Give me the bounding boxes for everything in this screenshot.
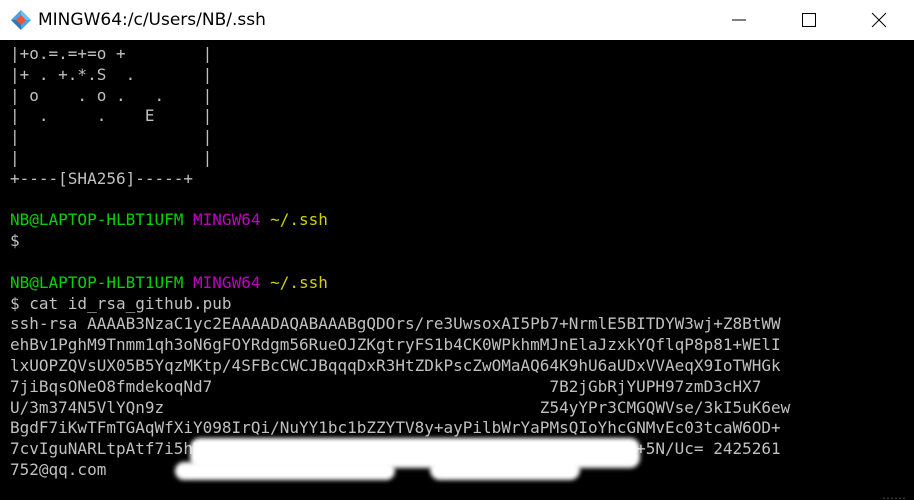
art-line: | . . E | [10,106,213,126]
redaction-blot [175,462,395,480]
output-line: BgdF7iKwTFmTGAqWfXiY098IrQi/NuYY1bc1bZZY… [10,418,781,438]
output-line: 7jiBqsONeO8fmdekoqNd7 7B2jGbRjYUPH97zmD3… [10,376,762,396]
art-line: | o . o . . | [10,85,213,105]
command-line: $ [10,231,20,251]
prompt-line: NB@LAPTOP-HLBT1UFM MINGW64 ~/.ssh [10,273,914,294]
output-line: ssh-rsa AAAAB3NzaC1yc2EAAAADAQABAAABgQDO… [10,314,781,334]
git-bash-icon [11,10,31,30]
prompt-env: MINGW64 [193,210,261,230]
terminal-area[interactable]: |+o.=.=+=o + | |+ . +.*.S . | | o . o . … [0,40,914,500]
art-line: |+o.=.=+=o + | [10,44,213,63]
prompt-path: ~/.ssh [270,272,328,292]
output-line: lxUOPZQVsUX05B5YqzMKtp/4SFBcCWCJBqqqDxR3… [10,355,781,375]
prompt-user: NB@LAPTOP-HLBT1UFM [10,210,184,230]
prompt-user: NB@LAPTOP-HLBT1UFM [10,272,184,292]
art-line: | | [10,127,213,147]
close-button[interactable] [844,0,914,40]
window-title: MINGW64:/c/Users/NB/.ssh [38,10,266,30]
redaction-blot [430,460,580,480]
minimize-icon [732,19,746,21]
output-line: U/3m374N5VlYQn9z Z54yYPr3CMGQWVse/3kI5uK… [10,397,791,417]
prompt-env: MINGW64 [193,272,261,292]
minimize-button[interactable] [704,0,774,40]
maximize-icon [802,13,816,27]
footer-hint: …… [882,488,906,500]
prompt-path: ~/.ssh [270,210,328,230]
art-line: |+ . +.*.S . | [10,64,213,84]
title-bar: MINGW64:/c/Users/NB/.ssh [0,0,914,40]
maximize-button[interactable] [774,0,844,40]
output-line: ehBv1PghM9Tnmm1qh3oN6gFOYRdgm56RueOJZKgt… [10,335,781,355]
close-icon [871,12,887,28]
art-line: | | [10,147,213,167]
command-line: $ cat id_rsa_github.pub [10,293,232,313]
prompt-line: NB@LAPTOP-HLBT1UFM MINGW64 ~/.ssh [10,210,914,231]
art-line: +----[SHA256]-----+ [10,168,194,188]
